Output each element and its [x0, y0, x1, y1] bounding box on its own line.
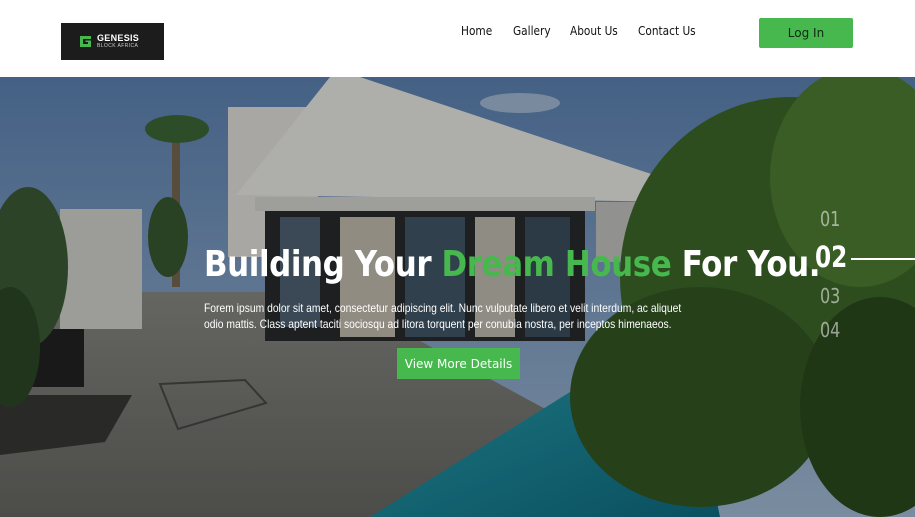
login-button[interactable]: Log In: [759, 18, 853, 48]
site-header: GENESIS BLOCK AFRICA Home Gallery About …: [0, 0, 915, 77]
brand-logo[interactable]: GENESIS BLOCK AFRICA: [61, 23, 164, 60]
hero-title: Building Your Dream House For You.: [204, 244, 821, 285]
nav-contact-link[interactable]: Contact Us: [638, 24, 696, 38]
hero-title-suffix: For You.: [671, 244, 821, 285]
hero-description: Forem ipsum dolor sit amet, consectetur …: [204, 301, 682, 331]
view-more-details-button[interactable]: View More Details: [397, 348, 520, 379]
nav-gallery-link[interactable]: Gallery: [513, 24, 551, 38]
hero-background-image: [0, 77, 915, 517]
brand-wordmark: GENESIS BLOCK AFRICA: [97, 34, 139, 49]
nav-about-link[interactable]: About Us: [570, 24, 618, 38]
active-slide-line: [851, 258, 915, 260]
hero-title-prefix: Building Your: [204, 244, 442, 285]
nav-home-link[interactable]: Home: [461, 24, 492, 38]
hero-section: Building Your Dream House For You. Forem…: [0, 77, 915, 517]
brand-name: GENESIS: [97, 33, 140, 43]
slide-number-04[interactable]: 04: [820, 318, 840, 342]
hero-title-accent: Dream House: [441, 244, 672, 285]
slide-number-03[interactable]: 03: [820, 284, 840, 308]
genesis-logo-icon: [80, 36, 91, 47]
slide-number-02-active[interactable]: 02: [815, 240, 847, 274]
brand-subtitle: BLOCK AFRICA: [97, 43, 139, 49]
slide-number-01[interactable]: 01: [820, 207, 840, 231]
